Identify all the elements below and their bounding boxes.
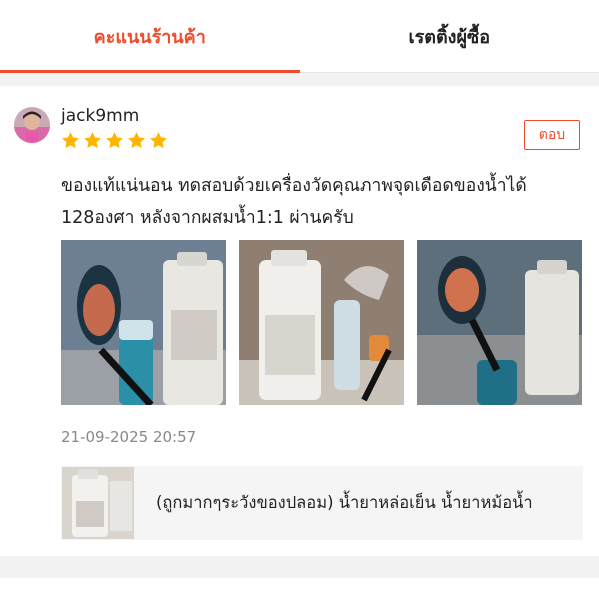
review-photo[interactable]: [239, 240, 404, 405]
reply-button[interactable]: ตอบ: [524, 120, 580, 150]
product-link[interactable]: (ถูกมากๆระวังของปลอม) น้ำยาหล่อเย็น น้ำย…: [61, 466, 583, 540]
star-icon: [150, 132, 167, 149]
product-name: (ถูกมากๆระวังของปลอม) น้ำยาหล่อเย็น น้ำย…: [156, 493, 533, 512]
tab-buyer-rating[interactable]: เรตติ้งผู้ซื้อ: [300, 0, 599, 72]
reviewer-username[interactable]: jack9mm: [61, 106, 139, 126]
next-card-edge: [0, 578, 599, 599]
review-photo[interactable]: [61, 240, 226, 405]
star-icon: [128, 132, 145, 149]
rating-stars: [61, 131, 168, 150]
star-icon: [62, 132, 79, 149]
review-photo[interactable]: [417, 240, 582, 405]
star-icon: [84, 132, 101, 149]
star-icon: [106, 132, 123, 149]
tab-shop-rating[interactable]: คะแนนร้านค้า: [0, 0, 300, 73]
avatar[interactable]: [14, 107, 50, 143]
review-text: ของแท้แน่นอน ทดสอบด้วยเครื่องวัดคุณภาพจุ…: [61, 176, 527, 228]
review-timestamp: 21-09-2025 20:57: [61, 428, 197, 446]
product-thumbnail: [62, 467, 134, 539]
review-card: jack9mm ตอบ ของแท้แน่นอน ทดสอบด้วยเครื่อ…: [0, 86, 599, 556]
tab-bar: คะแนนร้านค้า เรตติ้งผู้ซื้อ: [0, 0, 599, 73]
